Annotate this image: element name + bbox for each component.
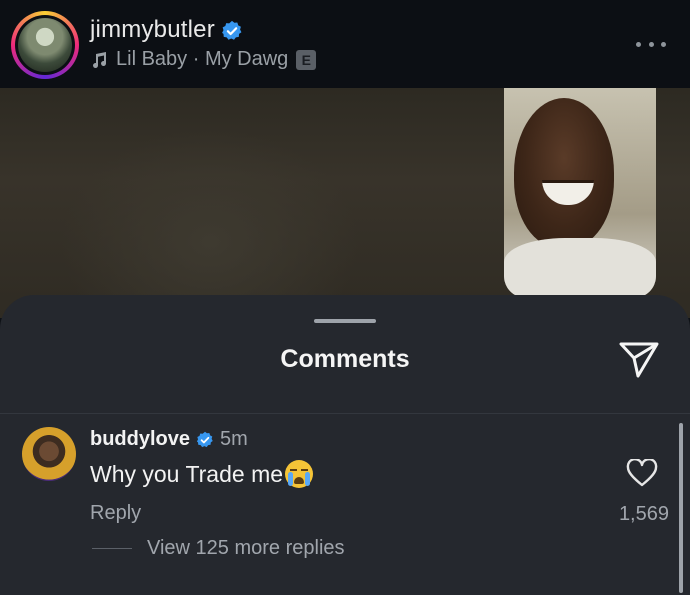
heart-icon[interactable] — [626, 459, 658, 487]
comments-sheet: Comments buddylove 5m Why you Trade me R… — [0, 295, 690, 595]
song-artist: Lil Baby · My Dawg — [116, 48, 288, 71]
sheet-divider — [0, 413, 690, 414]
verified-badge-icon — [221, 20, 242, 40]
avatar — [18, 18, 72, 72]
song-artist-text: Lil Baby — [116, 48, 188, 70]
scrollbar[interactable] — [679, 423, 683, 593]
pip-face — [514, 98, 614, 248]
comment-text: Why you Trade me — [90, 460, 284, 487]
post-username-text[interactable]: jimmybutler — [90, 16, 215, 43]
verified-badge-icon — [196, 431, 213, 447]
more-options-icon[interactable] — [636, 34, 666, 54]
comment-time: 5m — [220, 428, 248, 450]
view-replies-button[interactable]: View 125 more replies — [147, 537, 345, 560]
avatar-border — [15, 15, 75, 75]
like-count: 1,569 — [618, 503, 669, 525]
post-header: jimmybutler Lil Baby · My Dawg E — [0, 0, 690, 88]
tear-right — [305, 472, 311, 486]
facetime-pip-video — [504, 88, 656, 298]
song-separator: · — [187, 48, 205, 70]
comments-title: Comments — [280, 345, 410, 373]
replies-connector-line — [92, 548, 132, 549]
post-username[interactable]: jimmybutler — [90, 16, 243, 44]
reply-button[interactable]: Reply — [90, 502, 141, 525]
sheet-drag-handle[interactable] — [314, 319, 376, 323]
comment-username[interactable]: buddylove — [90, 428, 190, 451]
comment-body: Why you Trade me — [90, 460, 314, 488]
pip-shirt — [504, 238, 656, 298]
video-player[interactable] — [0, 88, 690, 318]
video-background — [60, 128, 360, 318]
emoji-mouth — [294, 477, 305, 484]
comment-header: buddylove 5m — [90, 428, 248, 451]
story-ring[interactable] — [11, 11, 79, 79]
comment-avatar[interactable] — [22, 427, 76, 481]
audio-info[interactable]: Lil Baby · My Dawg E — [90, 48, 317, 71]
music-note-icon — [93, 51, 106, 68]
share-icon[interactable] — [618, 341, 660, 379]
explicit-badge: E — [296, 49, 317, 70]
crying-face-emoji-icon — [285, 460, 314, 488]
song-title: My Dawg — [204, 48, 289, 70]
tear-left — [288, 472, 294, 486]
